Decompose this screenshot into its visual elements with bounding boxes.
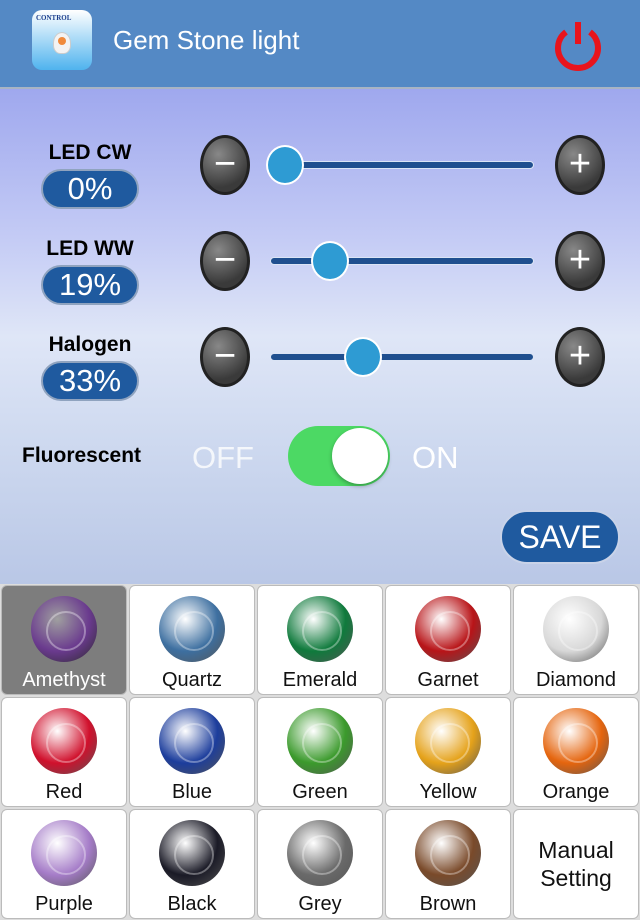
bulb-icon <box>53 32 71 54</box>
power-icon[interactable] <box>552 18 604 72</box>
gem-button-grey[interactable]: Grey <box>257 809 383 919</box>
app-logo: CONTROL <box>32 10 92 70</box>
gem-button-amethyst[interactable]: Amethyst <box>1 585 127 695</box>
gem-label: Purple <box>35 893 93 915</box>
gem-button-orange[interactable]: Orange <box>513 697 639 807</box>
gem-icon <box>159 820 225 886</box>
gem-label: Garnet <box>417 669 479 691</box>
gem-icon <box>287 708 353 774</box>
gem-icon <box>31 596 97 662</box>
manual-setting-button[interactable]: Manual Setting <box>513 809 639 919</box>
plus-icon: + <box>568 239 592 282</box>
fluorescent-label: Fluorescent <box>22 444 142 467</box>
gem-button-yellow[interactable]: Yellow <box>385 697 511 807</box>
slider-thumb[interactable] <box>343 337 382 377</box>
decrease-button[interactable]: − <box>200 135 250 195</box>
increase-button[interactable]: + <box>555 231 605 291</box>
plus-icon: + <box>568 335 592 378</box>
gem-label: Quartz <box>161 669 223 691</box>
gem-label: Brown <box>419 893 477 915</box>
gem-icon <box>287 596 353 662</box>
gem-icon <box>415 820 481 886</box>
gem-button-black[interactable]: Black <box>129 809 255 919</box>
minus-icon: − <box>213 143 237 186</box>
gem-label: Diamond <box>535 669 617 691</box>
plus-icon: + <box>568 143 592 186</box>
gem-icon <box>415 708 481 774</box>
slider-label: Halogen <box>48 333 132 356</box>
slider-value-badge: 19% <box>41 265 139 305</box>
gem-icon <box>415 596 481 662</box>
gem-icon <box>287 820 353 886</box>
slider-thumb[interactable] <box>310 241 349 281</box>
gem-icon <box>159 708 225 774</box>
minus-icon: − <box>213 335 237 378</box>
increase-button[interactable]: + <box>555 327 605 387</box>
manual-line1: Manual <box>538 837 614 863</box>
gem-label: Emerald <box>282 669 358 691</box>
gem-label: Red <box>45 781 83 803</box>
increase-button[interactable]: + <box>555 135 605 195</box>
gem-icon <box>31 708 97 774</box>
gem-label: Black <box>167 893 217 915</box>
gem-button-emerald[interactable]: Emerald <box>257 585 383 695</box>
header: CONTROL Gem Stone light <box>0 0 640 89</box>
decrease-button[interactable]: − <box>200 231 250 291</box>
decrease-button[interactable]: − <box>200 327 250 387</box>
on-label: ON <box>412 440 459 475</box>
gem-button-quartz[interactable]: Quartz <box>129 585 255 695</box>
slider-value-badge: 33% <box>41 361 139 401</box>
slider-thumb[interactable] <box>266 145 304 185</box>
gem-icon <box>543 596 609 662</box>
gem-label: Grey <box>298 893 342 915</box>
gem-button-green[interactable]: Green <box>257 697 383 807</box>
off-label: OFF <box>192 440 254 475</box>
fluorescent-toggle[interactable] <box>288 426 390 486</box>
slider-track[interactable] <box>270 353 534 361</box>
gem-label: Green <box>292 781 348 803</box>
slider-label: LED WW <box>46 237 134 260</box>
gem-label: Orange <box>542 781 610 803</box>
app-title: Gem Stone light <box>113 25 300 55</box>
gem-grid: Amethyst Quartz Emerald Garnet Diamond R… <box>0 584 640 920</box>
gem-button-red[interactable]: Red <box>1 697 127 807</box>
toggle-knob[interactable] <box>332 428 388 484</box>
gem-icon <box>543 708 609 774</box>
gem-button-blue[interactable]: Blue <box>129 697 255 807</box>
gem-label: Blue <box>171 781 213 803</box>
slider-label: LED CW <box>48 141 132 164</box>
gem-button-purple[interactable]: Purple <box>1 809 127 919</box>
manual-line2: Setting <box>540 865 612 891</box>
gem-icon <box>31 820 97 886</box>
gem-button-diamond[interactable]: Diamond <box>513 585 639 695</box>
save-button[interactable]: SAVE <box>500 510 620 564</box>
minus-icon: − <box>213 239 237 282</box>
gem-button-brown[interactable]: Brown <box>385 809 511 919</box>
slider-value-badge: 0% <box>41 169 139 209</box>
gem-label: Yellow <box>419 781 477 803</box>
slider-track[interactable] <box>270 257 534 265</box>
gem-label: Amethyst <box>22 669 106 691</box>
slider-track[interactable] <box>270 161 534 169</box>
gem-button-garnet[interactable]: Garnet <box>385 585 511 695</box>
gem-icon <box>159 596 225 662</box>
